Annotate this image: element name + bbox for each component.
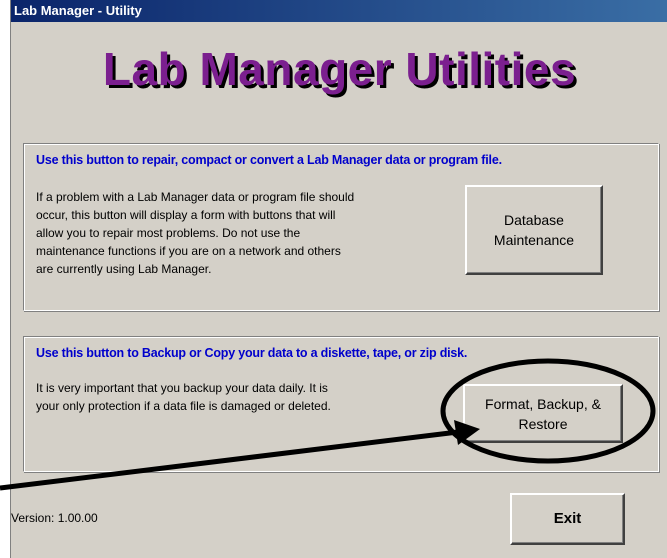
database-maintenance-button[interactable]: Database Maintenance bbox=[465, 185, 603, 275]
version-label: Version: 1.00.00 bbox=[11, 511, 98, 525]
page-title: Lab Manager Utilities bbox=[102, 43, 577, 95]
window-titlebar: Lab Manager - Utility bbox=[11, 0, 667, 22]
utility-window: Lab Manager - Utility Lab Manager Utilit… bbox=[10, 0, 667, 558]
backup-section-heading: Use this button to Backup or Copy your d… bbox=[36, 346, 468, 360]
repair-section-description: If a problem with a Lab Manager data or … bbox=[36, 190, 355, 276]
repair-section-heading: Use this button to repair, compact or co… bbox=[36, 153, 502, 167]
exit-button[interactable]: Exit bbox=[510, 493, 625, 545]
backup-section-description: It is very important that you backup you… bbox=[36, 381, 331, 413]
format-backup-restore-button[interactable]: Format, Backup, & Restore bbox=[463, 384, 623, 443]
